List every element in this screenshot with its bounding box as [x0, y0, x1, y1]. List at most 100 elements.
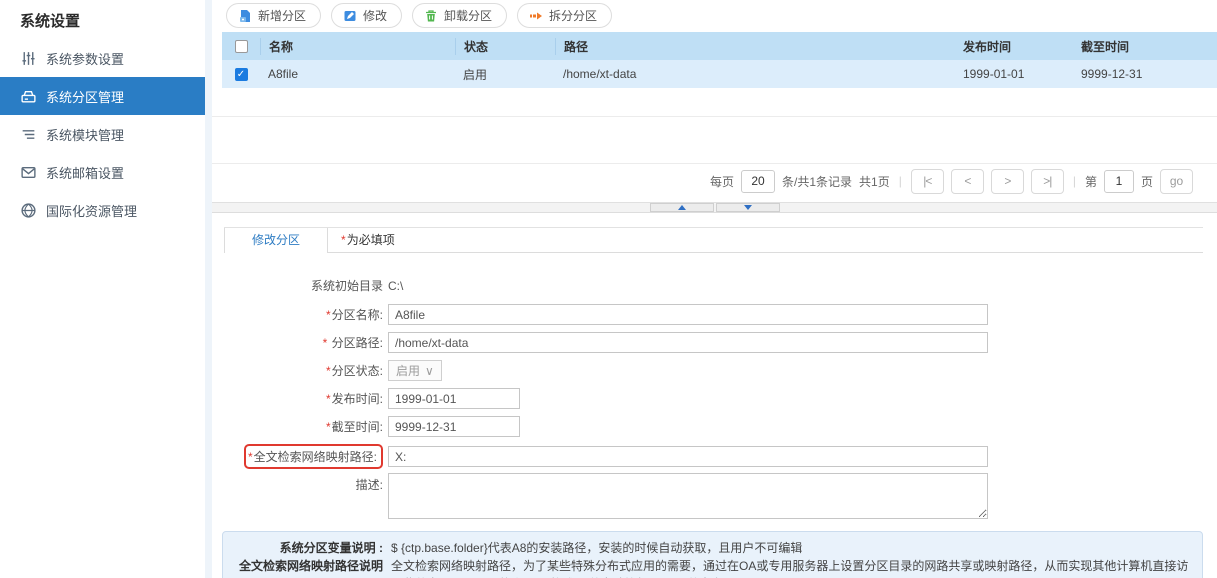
pagination-top-divider: [212, 163, 1217, 164]
variable-note-text: $ {ctp.base.folder}代表A8的安装路径，安装的时候自动获取，且…: [391, 541, 803, 555]
description-textarea[interactable]: [388, 473, 988, 519]
mail-icon: [20, 164, 37, 181]
sidebar-item-partition-management[interactable]: 系统分区管理: [0, 77, 205, 115]
publish-time-input[interactable]: [388, 388, 520, 409]
partition-status-select[interactable]: 启用 ∨: [388, 360, 442, 381]
partition-table: 名称 状态 路径 发布时间 截至时间 ✓ A8file 启用 /home/xt-…: [222, 32, 1217, 88]
collapse-down-button[interactable]: [715, 203, 780, 212]
form-row-partition-status: *分区状态: 启用 ∨: [212, 360, 1217, 381]
partition-status-label: *分区状态:: [325, 364, 383, 378]
toolbar: 新增分区 修改 卸载分区 拆分分区: [226, 3, 613, 28]
first-page-button[interactable]: |<: [910, 168, 944, 194]
form-row-initial-dir: 系统初始目录 C:\: [212, 277, 1217, 294]
fulltext-note-text: 全文检索网络映射路径，为了某些特殊分布式应用的需要，通过在OA或专用服务器上设置…: [391, 559, 1189, 578]
end-time-label: *截至时间:: [325, 420, 383, 434]
description-label: 描述:: [355, 478, 383, 492]
partition-icon: [20, 88, 37, 105]
red-annotation-box: *全文检索网络映射路径:: [243, 444, 383, 469]
per-page-prefix: 每页: [710, 174, 735, 189]
per-page-input[interactable]: [741, 169, 776, 193]
form-row-publish-time: *发布时间:: [212, 388, 1217, 409]
form-row-partition-name: *分区名称:: [212, 304, 1217, 325]
app-window: 系统设置 系统参数设置 系统分区管理 系统模块管理 系统邮箱设置 国际化资源管理…: [0, 0, 1217, 578]
cell-name: A8file: [268, 67, 299, 81]
partition-name-input[interactable]: [388, 304, 988, 325]
form-row-end-time: *截至时间:: [212, 416, 1217, 437]
split-partition-button[interactable]: 拆分分区: [517, 3, 613, 28]
required-star: *: [341, 233, 346, 247]
edit-panel: 修改分区 *为必填项 系统初始目录 C:\ *分区名称: * 分区路径: *: [212, 214, 1217, 578]
row-checkbox-cell: ✓: [222, 67, 260, 81]
page-prefix: 第: [1084, 174, 1097, 189]
sidebar-item-mailbox-settings[interactable]: 系统邮箱设置: [0, 153, 205, 191]
sidebar-item-label: 系统分区管理: [46, 89, 125, 105]
cell-end-time: 9999-12-31: [1081, 67, 1143, 81]
sidebar-item-label: 国际化资源管理: [46, 203, 138, 219]
form-row-partition-path: * 分区路径:: [212, 332, 1217, 353]
prev-page-button[interactable]: <: [950, 168, 984, 194]
fulltext-path-label: *全文检索网络映射路径:: [212, 444, 388, 469]
last-page-button[interactable]: >|: [1030, 168, 1064, 194]
sidebar-item-label: 系统参数设置: [46, 51, 125, 67]
header-status: 状态: [455, 37, 555, 55]
panel-splitter[interactable]: [212, 202, 1217, 213]
modify-button[interactable]: 修改: [331, 3, 403, 28]
sidebar-item-system-params[interactable]: 系统参数设置: [0, 39, 205, 77]
sliders-icon: [20, 50, 37, 67]
modify-label: 修改: [363, 9, 388, 23]
split-partition-label: 拆分分区: [549, 9, 598, 23]
edit-icon: [343, 9, 357, 23]
page-suffix: 页: [1140, 174, 1153, 189]
split-arrow-icon: [529, 9, 543, 23]
sidebar-item-label: 系统模块管理: [46, 127, 125, 143]
info-row-fulltext: 全文检索网络映射路径说明 : 全文检索网络映射路径，为了某些特殊分布式应用的需要…: [233, 557, 1192, 578]
sidebar-item-module-management[interactable]: 系统模块管理: [0, 115, 205, 153]
add-partition-icon: [238, 9, 252, 23]
cell-publish-time: 1999-01-01: [963, 67, 1025, 81]
publish-time-label: *发布时间:: [325, 392, 383, 406]
add-partition-label: 新增分区: [258, 9, 307, 23]
next-page-button[interactable]: >: [990, 168, 1024, 194]
partition-path-input[interactable]: [388, 332, 988, 353]
table-row[interactable]: ✓ A8file 启用 /home/xt-data 1999-01-01 999…: [222, 60, 1217, 88]
header-end-time: 截至时间: [1081, 39, 1130, 54]
initial-dir-label: 系统初始目录: [310, 279, 383, 293]
trash-icon: [424, 9, 438, 23]
chevron-down-icon: ∨: [425, 363, 434, 378]
collapse-up-button[interactable]: [649, 203, 714, 212]
table-area-divider: [212, 116, 1217, 117]
partition-form: 系统初始目录 C:\ *分区名称: * 分区路径: *分区状态: 启用 ∨: [212, 277, 1217, 519]
sidebar-title: 系统设置: [20, 13, 81, 30]
header-name: 名称: [260, 37, 455, 55]
header-path: 路径: [555, 37, 955, 55]
initial-dir-value: C:\: [388, 278, 404, 293]
page-number-input[interactable]: [1103, 169, 1134, 193]
triangle-up-icon: [677, 205, 686, 210]
pagination-separator: |: [1072, 174, 1076, 188]
per-page-suffix: 条/共1条记录: [782, 174, 853, 189]
fulltext-path-input[interactable]: [388, 446, 988, 467]
total-pages: 共1页: [859, 174, 890, 189]
partition-path-label: * 分区路径:: [322, 336, 383, 350]
required-note: *为必填项: [341, 233, 395, 247]
add-partition-button[interactable]: 新增分区: [226, 3, 322, 28]
unload-partition-button[interactable]: 卸载分区: [412, 3, 508, 28]
tab-modify-partition[interactable]: 修改分区: [224, 228, 329, 253]
globe-icon: [20, 202, 37, 219]
select-all-checkbox[interactable]: [234, 39, 248, 53]
pagination-separator: |: [898, 174, 902, 188]
row-checkbox[interactable]: ✓: [234, 67, 248, 81]
cell-path: /home/xt-data: [563, 67, 637, 81]
modules-icon: [20, 126, 37, 143]
end-time-input[interactable]: [388, 416, 520, 437]
pagination: 每页 条/共1条记录 共1页 | |< < > >| | 第 页 go: [710, 167, 1193, 195]
tab-strip: 修改分区 *为必填项: [224, 227, 1203, 253]
sidebar-item-i18n-resources[interactable]: 国际化资源管理: [0, 191, 205, 229]
header-publish-time: 发布时间: [963, 39, 1012, 54]
main-content: 新增分区 修改 卸载分区 拆分分区 名称 状态 路径 发布时间 截至时间 ✓ A…: [212, 0, 1217, 578]
form-row-fulltext-path: *全文检索网络映射路径:: [212, 444, 1217, 469]
form-row-description: 描述:: [212, 473, 1217, 519]
partition-status-value: 启用: [396, 364, 421, 378]
info-box: 系统分区变量说明 : $ {ctp.base.folder}代表A8的安装路径，…: [222, 531, 1203, 578]
go-button[interactable]: go: [1160, 168, 1193, 194]
